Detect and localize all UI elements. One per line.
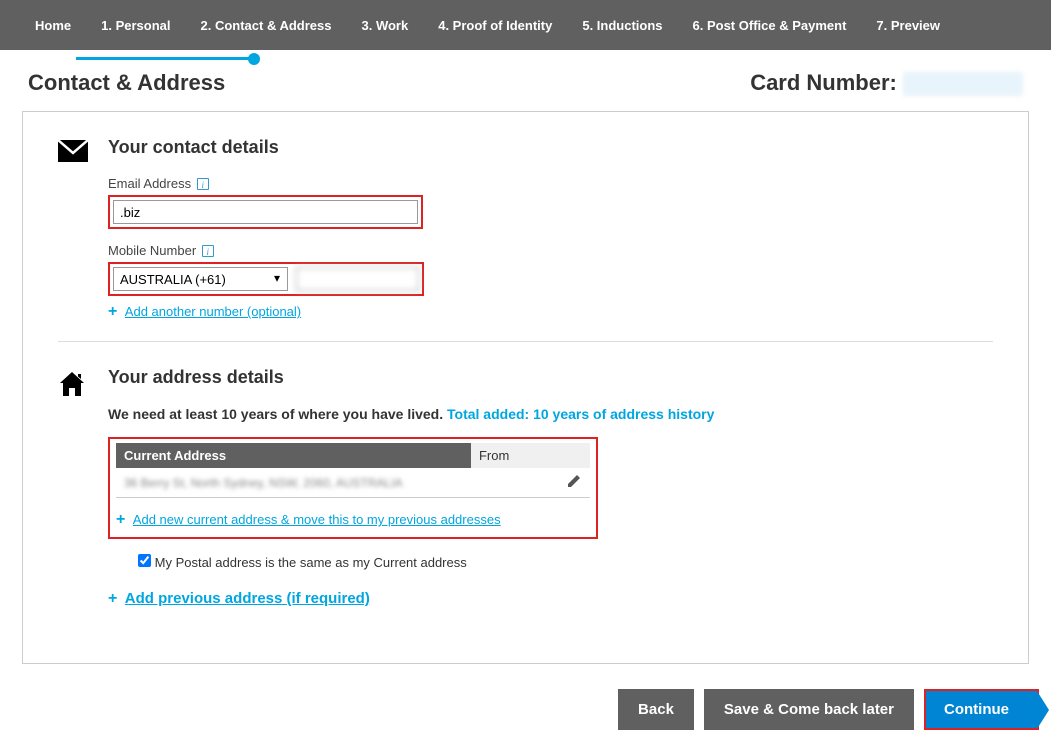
- nav-bar: Home 1. Personal 2. Contact & Address 3.…: [0, 0, 1051, 50]
- table-row: Current Address From: [116, 443, 590, 468]
- from-date-cell: [471, 468, 558, 498]
- info-icon[interactable]: i: [202, 245, 214, 257]
- table-row: 36 Berry St, North Sydney, NSW, 2060, AU…: [116, 468, 590, 498]
- add-another-number-link[interactable]: Add another number (optional): [125, 304, 301, 319]
- card-label-text: Card Number:: [750, 70, 897, 95]
- nav-step-4[interactable]: 4. Proof of Identity: [423, 18, 567, 33]
- card-number-value: [903, 72, 1023, 96]
- envelope-icon: [58, 137, 108, 167]
- card-number-label: Card Number:: [750, 70, 1023, 96]
- mobile-label: Mobile Number i: [108, 243, 993, 258]
- nav-step-7[interactable]: 7. Preview: [861, 18, 955, 33]
- page-title: Contact & Address: [28, 70, 225, 96]
- nav-progress-dot: [248, 53, 260, 65]
- add-new-current-address-link[interactable]: Add new current address & move this to m…: [133, 512, 501, 527]
- nav-step-2[interactable]: 2. Contact & Address: [186, 18, 347, 33]
- continue-button[interactable]: Continue: [926, 691, 1037, 728]
- postal-same-label: My Postal address is the same as my Curr…: [155, 555, 467, 570]
- plus-icon: +: [108, 303, 117, 321]
- main-panel: Your contact details Email Address i Mob…: [22, 111, 1029, 664]
- nav-progress-bar: [76, 57, 256, 60]
- continue-highlight-box: Continue: [924, 689, 1039, 730]
- add-previous-address-link[interactable]: Add previous address (if required): [125, 590, 370, 607]
- house-icon: [58, 367, 108, 403]
- footer-buttons: Back Save & Come back later Continue: [0, 674, 1051, 745]
- back-button[interactable]: Back: [618, 689, 694, 730]
- postal-same-checkbox-row: My Postal address is the same as my Curr…: [138, 554, 993, 570]
- nav-step-6[interactable]: 6. Post Office & Payment: [678, 18, 862, 33]
- divider: [58, 341, 993, 342]
- edit-cell: [558, 468, 590, 498]
- info-icon[interactable]: i: [197, 178, 209, 190]
- contact-title: Your contact details: [108, 137, 993, 158]
- current-address-table: Current Address From 36 Berry St, North …: [116, 443, 590, 498]
- current-address-highlight-box: Current Address From 36 Berry St, North …: [108, 437, 598, 539]
- email-label: Email Address i: [108, 176, 993, 191]
- pencil-icon[interactable]: [567, 477, 581, 491]
- country-select-wrap: AUSTRALIA (+61): [113, 267, 288, 291]
- nav-home[interactable]: Home: [20, 18, 86, 33]
- address-title: Your address details: [108, 367, 993, 388]
- nav-step-1[interactable]: 1. Personal: [86, 18, 185, 33]
- plus-icon: +: [116, 511, 125, 529]
- address-section: Your address details We need at least 10…: [58, 367, 993, 608]
- save-button[interactable]: Save & Come back later: [704, 689, 914, 730]
- email-field[interactable]: [113, 200, 418, 224]
- contact-section: Your contact details Email Address i Mob…: [58, 137, 993, 321]
- address-requirement-msg: We need at least 10 years of where you h…: [108, 406, 993, 422]
- address-cell: 36 Berry St, North Sydney, NSW, 2060, AU…: [116, 468, 471, 498]
- nav-step-3[interactable]: 3. Work: [347, 18, 424, 33]
- phone-field[interactable]: [296, 267, 419, 291]
- mobile-highlight-box: AUSTRALIA (+61): [108, 262, 424, 296]
- email-highlight-box: [108, 195, 423, 229]
- th-current-address: Current Address: [116, 443, 471, 468]
- nav-step-5[interactable]: 5. Inductions: [567, 18, 677, 33]
- total-added-text: Total added: 10 years of address history: [447, 406, 714, 422]
- plus-icon: +: [108, 590, 117, 608]
- th-from: From: [471, 443, 590, 468]
- country-code-select[interactable]: AUSTRALIA (+61): [113, 267, 288, 291]
- postal-same-checkbox[interactable]: [138, 554, 151, 567]
